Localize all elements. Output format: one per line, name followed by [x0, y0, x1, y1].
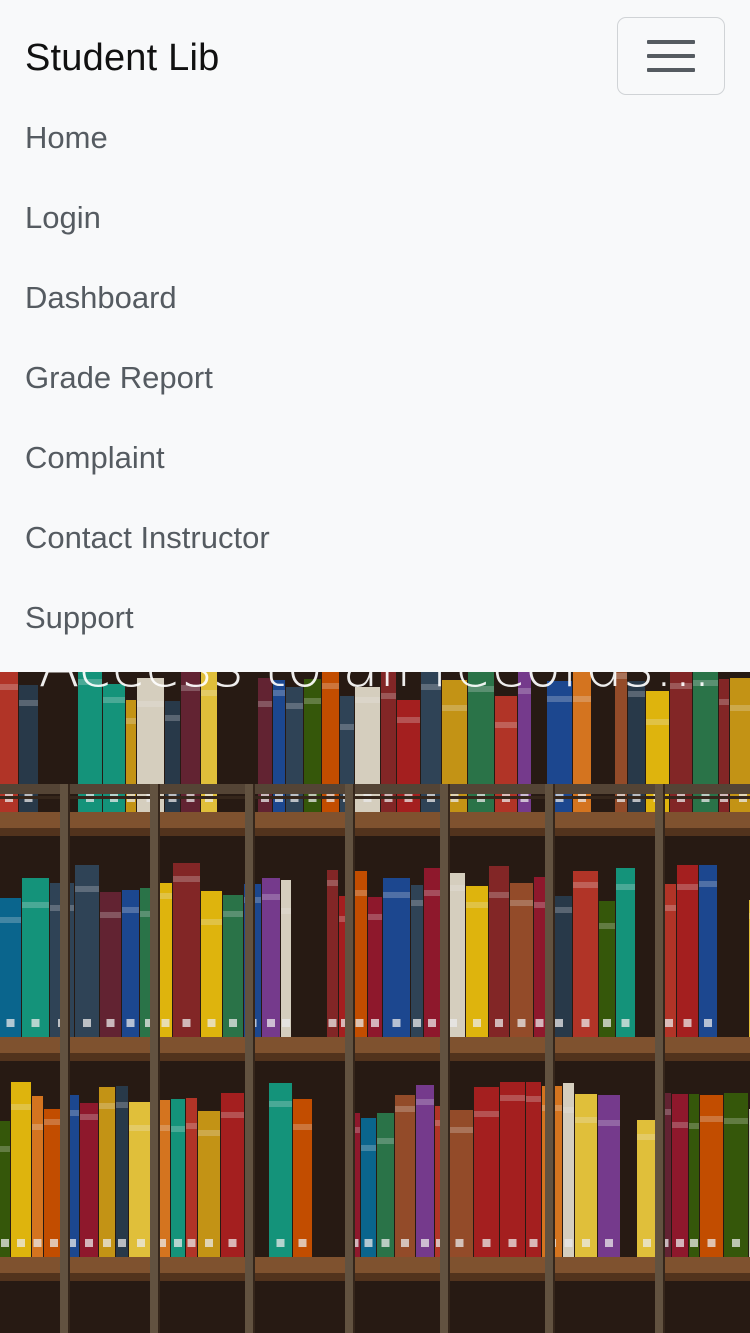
- navbar-menu: Home Login Dashboard Grade Report Compla…: [0, 98, 750, 658]
- nav-item-contact-instructor[interactable]: Contact Instructor: [0, 498, 750, 578]
- hamburger-icon: [647, 40, 695, 72]
- nav-item-support[interactable]: Support: [0, 578, 750, 658]
- nav-item-login[interactable]: Login: [0, 178, 750, 258]
- navbar-brand[interactable]: Student Lib: [25, 34, 219, 82]
- nav-item-complaint[interactable]: Complaint: [0, 418, 750, 498]
- hero-banner: Access to all records...: [0, 672, 750, 1333]
- nav-item-home[interactable]: Home: [0, 98, 750, 178]
- nav-item-dashboard[interactable]: Dashboard: [0, 258, 750, 338]
- hero-caption: Access to all records...: [0, 672, 750, 706]
- nav-item-grade-report[interactable]: Grade Report: [0, 338, 750, 418]
- navbar-toggler-button[interactable]: [617, 17, 725, 95]
- library-bookshelf-image: [0, 672, 750, 1333]
- navbar: Student Lib Home Login Dashboard Grade R…: [0, 0, 750, 672]
